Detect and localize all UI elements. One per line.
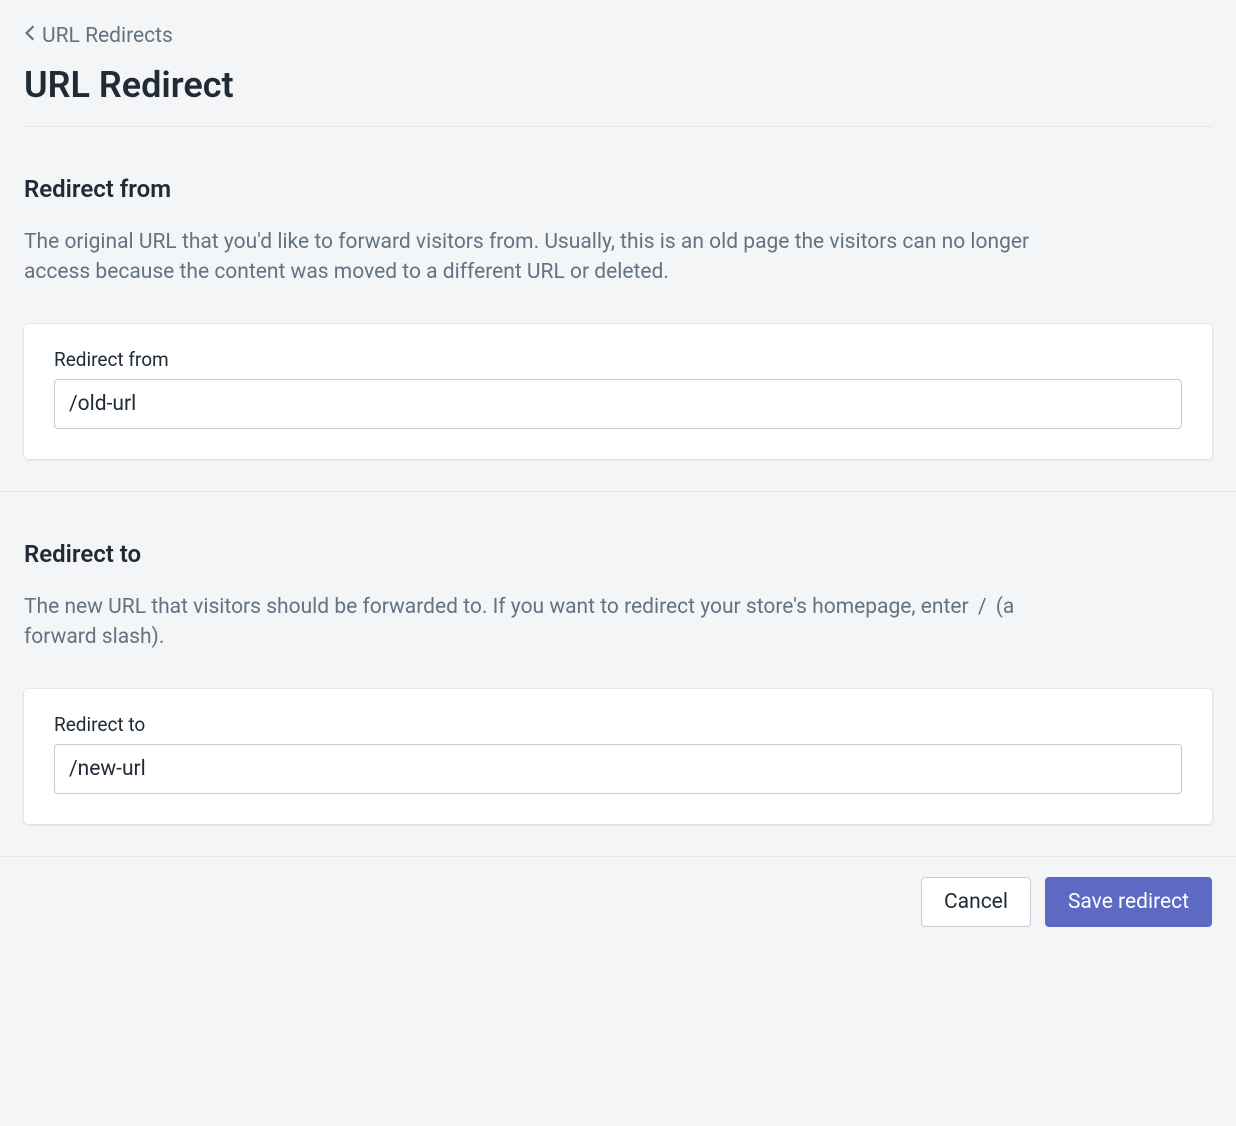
redirect-from-input[interactable]	[54, 379, 1182, 429]
redirect-from-section: Redirect from The original URL that you'…	[24, 127, 1212, 491]
redirect-to-card: Redirect to	[24, 689, 1212, 824]
redirect-to-section: Redirect to The new URL that visitors sh…	[24, 492, 1212, 856]
breadcrumb-label: URL Redirects	[42, 24, 173, 48]
page-title: URL Redirect	[24, 64, 1212, 106]
redirect-to-label: Redirect to	[54, 713, 1182, 736]
redirect-to-input[interactable]	[54, 744, 1182, 794]
redirect-to-description: The new URL that visitors should be forw…	[24, 592, 1044, 653]
redirect-from-card: Redirect from	[24, 324, 1212, 459]
save-redirect-button[interactable]: Save redirect	[1045, 877, 1212, 927]
redirect-from-heading: Redirect from	[24, 175, 1212, 203]
redirect-from-description: The original URL that you'd like to forw…	[24, 227, 1044, 288]
redirect-to-heading: Redirect to	[24, 540, 1212, 568]
redirect-from-label: Redirect from	[54, 348, 1182, 371]
redirect-to-description-code: /	[974, 595, 991, 619]
page-container: URL Redirects URL Redirect Redirect from…	[0, 0, 1236, 491]
page-footer: Cancel Save redirect	[0, 856, 1236, 967]
breadcrumb-back-link[interactable]: URL Redirects	[24, 24, 1212, 48]
cancel-button[interactable]: Cancel	[921, 877, 1031, 927]
page-container-lower: Redirect to The new URL that visitors sh…	[0, 492, 1236, 856]
chevron-left-icon	[24, 24, 36, 48]
redirect-to-description-pre: The new URL that visitors should be forw…	[24, 595, 974, 619]
